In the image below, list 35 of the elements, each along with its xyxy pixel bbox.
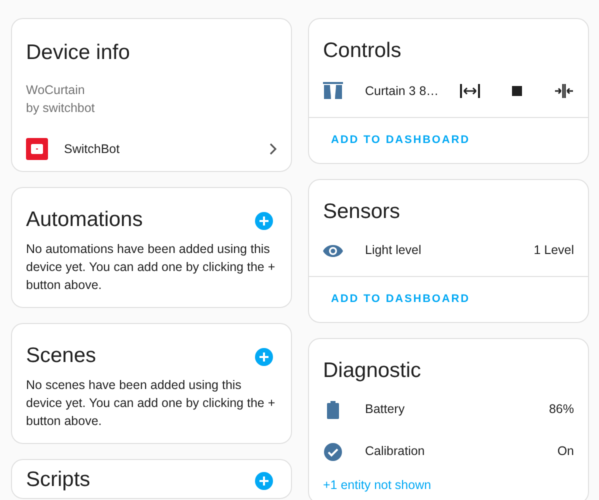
empty-message: No scenes have been added using this device yet. You can add one by clicking the + button above.	[25, 377, 276, 430]
collapse-arrows-button[interactable]	[554, 82, 574, 100]
card-title: Scenes	[26, 343, 96, 369]
model-name: WoCurtain	[26, 82, 86, 99]
entity-value: 86%	[548, 401, 574, 418]
card-title: Controls	[322, 38, 402, 64]
entity-name: Curtain 3 8…	[365, 82, 440, 100]
empty-message: No automations have been added using this device yet. You can add one by clicking the + button above.	[25, 241, 276, 294]
chevron-icon	[269, 143, 277, 155]
integration-link[interactable]: SwitchBot	[12, 127, 291, 171]
card-title: Sensors	[322, 198, 402, 225]
add-button[interactable]	[255, 347, 273, 365]
card-title: Device info	[26, 40, 131, 66]
card-title: Automations	[26, 207, 143, 233]
hidden-entities-link[interactable]: +1 entity not shown	[323, 478, 432, 492]
entity-name: Battery	[365, 401, 406, 418]
collapse-arrows-icon	[554, 82, 574, 100]
expand-arrows-button[interactable]	[460, 82, 480, 100]
card-title: Scripts	[26, 467, 90, 493]
entity-name: Calibration	[365, 443, 426, 460]
expand-arrows-icon	[460, 82, 480, 100]
entity-value: 1 Level	[534, 242, 574, 260]
check-circle-icon	[324, 442, 342, 460]
add-to-dashboard-button[interactable]: ADD TO DASHBOARD	[331, 132, 470, 148]
eye-icon	[323, 244, 343, 258]
manufacturer-name: by switchbot	[26, 100, 96, 117]
battery-icon	[327, 400, 339, 418]
add-button[interactable]	[255, 471, 273, 489]
curtain-icon	[323, 82, 343, 100]
logo-icon	[26, 138, 48, 160]
add-to-dashboard-button[interactable]: ADD TO DASHBOARD	[331, 290, 470, 308]
card-title: Diagnostic	[322, 358, 422, 384]
entity-value: On	[557, 443, 574, 460]
entity-name: Light level	[365, 242, 422, 260]
add-button[interactable]	[255, 211, 273, 229]
